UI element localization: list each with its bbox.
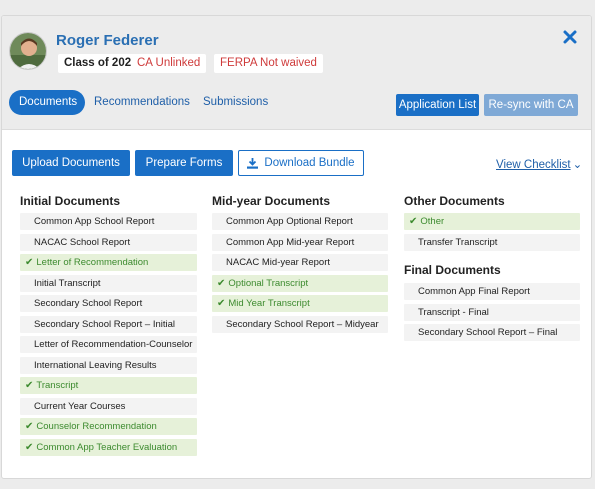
document-label: Secondary School Report – Final xyxy=(418,327,558,338)
document-label: Transcript xyxy=(36,380,79,391)
tab-documents[interactable]: Documents xyxy=(9,90,85,115)
document-label: Counselor Recommendation xyxy=(36,421,157,432)
document-item[interactable]: ✔ Optional Transcript xyxy=(212,274,388,292)
document-item[interactable]: ✔ Common App Teacher Evaluation xyxy=(20,438,197,456)
download-bundle-label: Download Bundle xyxy=(264,157,355,169)
document-label: Current Year Courses xyxy=(34,400,126,412)
document-label: Secondary School Report xyxy=(34,298,143,309)
chevron-down-icon: ⌄ xyxy=(572,159,583,171)
check-icon: ✔ xyxy=(217,298,226,309)
check-icon: ✔ xyxy=(25,441,34,453)
document-item[interactable]: International Leaving Results xyxy=(20,356,197,374)
download-icon xyxy=(247,157,259,169)
document-item[interactable]: Initial Transcript xyxy=(20,274,197,292)
document-item[interactable]: NACAC School Report xyxy=(20,233,197,251)
document-label: Secondary School Report – Midyear xyxy=(226,318,379,330)
document-label: Secondary School Report – Initial xyxy=(34,318,175,330)
upload-documents-button[interactable]: Upload Documents xyxy=(12,150,130,176)
document-item[interactable]: ✔ Counselor Recommendation xyxy=(20,418,197,435)
document-label: International Leaving Results xyxy=(34,359,157,371)
student-documents-panel: Roger Federer Class of 2021 CA Unlinked … xyxy=(1,15,592,479)
document-item[interactable]: Common App School Report xyxy=(20,213,197,230)
resync-ca-button[interactable]: Re-sync with CA xyxy=(484,94,578,116)
midyear-documents-title: Mid-year Documents xyxy=(212,194,331,208)
document-item[interactable]: ✔ Other xyxy=(404,213,580,230)
check-icon: ✔ xyxy=(25,257,34,268)
document-item[interactable]: Common App Mid-year Report xyxy=(212,233,388,251)
view-checklist-label: View Checklist xyxy=(496,159,571,171)
document-label: Common App Final Report xyxy=(418,286,530,297)
document-label: Common App School Report xyxy=(34,216,155,227)
tab-submissions[interactable]: Submissions xyxy=(203,90,268,115)
document-item[interactable]: ✔ Mid Year Transcript xyxy=(212,295,388,312)
document-item[interactable]: ✔ Letter of Recommendation xyxy=(20,254,197,271)
document-item[interactable]: Letter of Recommendation-Counselor xyxy=(20,336,197,353)
document-item[interactable]: Secondary School Report – Midyear xyxy=(212,315,388,333)
document-item[interactable]: Transfer Transcript xyxy=(404,233,580,251)
final-documents-title: Final Documents xyxy=(404,263,501,277)
tab-recommendations[interactable]: Recommendations xyxy=(94,90,190,115)
document-label: Transcript - Final xyxy=(418,306,489,318)
initial-documents-title: Initial Documents xyxy=(20,194,121,208)
close-icon xyxy=(563,30,577,44)
student-name[interactable]: Roger Federer xyxy=(56,32,159,49)
document-label: Initial Transcript xyxy=(34,277,101,289)
document-label: Common App Mid-year Report xyxy=(226,236,355,248)
other-documents-title: Other Documents xyxy=(404,194,505,208)
document-item[interactable]: Common App Optional Report xyxy=(212,213,388,230)
document-label: Letter of Recommendation-Counselor xyxy=(34,339,193,350)
download-bundle-button[interactable]: Download Bundle xyxy=(238,150,364,176)
document-item[interactable]: Current Year Courses xyxy=(20,397,197,415)
ferpa-status-badge: FERPA Not waived xyxy=(214,54,323,73)
document-item[interactable]: Secondary School Report xyxy=(20,295,197,312)
view-checklist-link[interactable]: View Checklist ⌄ xyxy=(496,157,582,171)
check-icon: ✔ xyxy=(217,277,226,289)
avatar xyxy=(9,32,47,70)
document-item[interactable]: NACAC Mid-year Report xyxy=(212,254,388,271)
document-item[interactable]: Transcript - Final xyxy=(404,303,580,321)
document-label: NACAC School Report xyxy=(34,236,131,248)
close-button[interactable] xyxy=(561,28,579,46)
document-label: Optional Transcript xyxy=(228,277,309,289)
document-item[interactable]: Secondary School Report – Initial xyxy=(20,315,197,333)
document-item[interactable]: Common App Final Report xyxy=(404,283,580,300)
ca-status-badge: CA Unlinked xyxy=(131,54,207,73)
document-label: Other xyxy=(420,216,445,227)
document-label: Letter of Recommendation xyxy=(36,257,149,268)
document-item[interactable]: ✔ Transcript xyxy=(20,377,197,394)
check-icon: ✔ xyxy=(25,380,34,391)
student-header: Roger Federer Class of 2021 CA Unlinked … xyxy=(2,16,591,130)
document-item[interactable]: Secondary School Report – Final xyxy=(404,324,580,341)
check-icon: ✔ xyxy=(409,216,418,227)
document-label: NACAC Mid-year Report xyxy=(226,257,330,268)
document-label: Common App Optional Report xyxy=(226,216,353,227)
document-label: Mid Year Transcript xyxy=(228,298,310,309)
document-label: Common App Teacher Evaluation xyxy=(36,441,178,453)
application-list-button[interactable]: Application List xyxy=(396,94,479,116)
prepare-forms-button[interactable]: Prepare Forms xyxy=(135,150,233,176)
document-label: Transfer Transcript xyxy=(418,236,498,248)
check-icon: ✔ xyxy=(25,421,34,432)
